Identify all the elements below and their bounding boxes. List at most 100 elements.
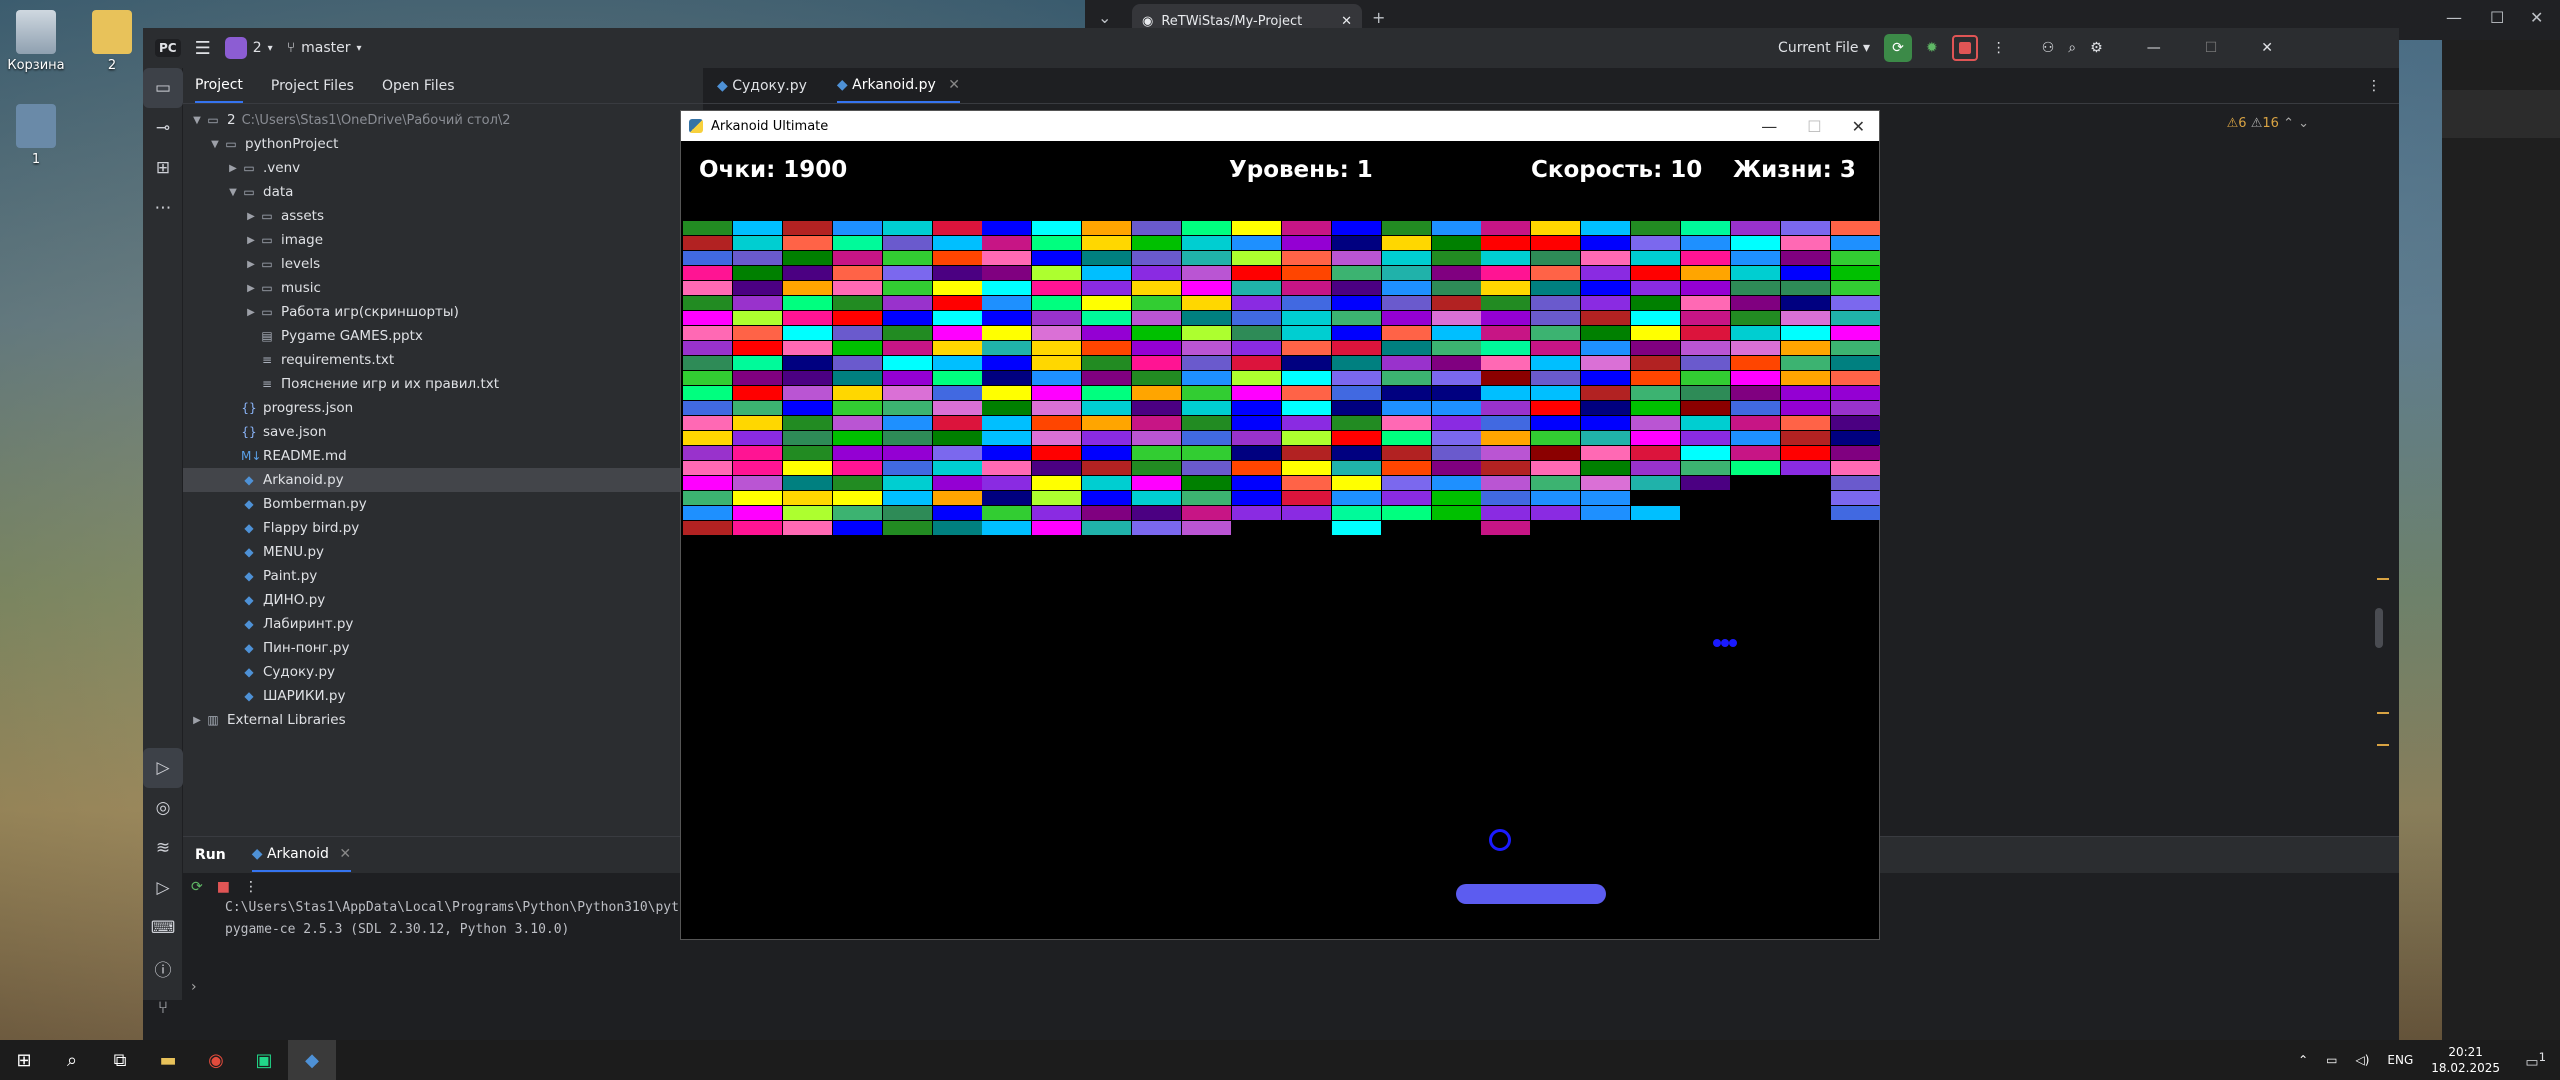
tree-item-ping-pong[interactable]: ◆ Пин-понг.py: [183, 636, 703, 660]
tree-item-requirements[interactable]: ≡ requirements.txt: [183, 348, 703, 372]
tree-item-music[interactable]: ▶ ▭ music: [183, 276, 703, 300]
project-toolwindow-icon[interactable]: ▭: [143, 68, 183, 108]
commit-icon[interactable]: ⊸: [143, 108, 183, 148]
chevron-down-icon[interactable]: ▼: [207, 139, 223, 150]
structure-icon[interactable]: ⊞: [143, 148, 183, 188]
chevron-down-icon[interactable]: ▼: [189, 115, 205, 126]
close-window-icon[interactable]: ✕: [2530, 8, 2543, 27]
close-tab-icon[interactable]: ✕: [339, 846, 351, 862]
editor-tab-arkanoid[interactable]: ◆ Arkanoid.py ✕: [836, 69, 960, 103]
game-canvas[interactable]: Очки: 1900 Уровень: 1 Скорость: 10 Жизни…: [681, 141, 1880, 941]
maximize-icon[interactable]: ☐: [1807, 117, 1821, 136]
minimize-icon[interactable]: —: [1761, 117, 1777, 136]
tree-item-pythonproject[interactable]: ▼ ▭ pythonProject: [183, 132, 703, 156]
chevron-down-icon[interactable]: ▼: [225, 187, 241, 198]
tree-item-dino[interactable]: ◆ ДИНО.py: [183, 588, 703, 612]
chevron-down-icon[interactable]: ⌄: [1098, 8, 1111, 27]
paddle[interactable]: [1456, 884, 1606, 904]
python-packages-icon[interactable]: ◎: [143, 788, 183, 828]
tree-item-labyrinth[interactable]: ◆ Лабиринт.py: [183, 612, 703, 636]
volume-icon[interactable]: ◁): [2356, 1053, 2370, 1067]
python-app-icon[interactable]: ◆: [288, 1040, 336, 1080]
tree-item-screenshots[interactable]: ▶ ▭ Работа игр(скриншорты): [183, 300, 703, 324]
task-view-icon[interactable]: ⧉: [96, 1040, 144, 1080]
tree-item-root[interactable]: ▼ ▭ 2 C:\Users\Stas1\OneDrive\Рабочий стол…: [183, 108, 703, 132]
chevron-up-icon[interactable]: ⌃: [2298, 1053, 2308, 1067]
tree-item-data[interactable]: ▼ ▭ data: [183, 180, 703, 204]
language-indicator[interactable]: ENG: [2387, 1053, 2413, 1067]
chevron-right-icon[interactable]: ▶: [243, 307, 259, 318]
tab-open-files[interactable]: Open Files: [382, 78, 455, 94]
problems-icon[interactable]: ⓘ: [143, 948, 183, 988]
pycharm-icon[interactable]: ▣: [240, 1040, 288, 1080]
network-icon[interactable]: ▭: [2326, 1053, 2337, 1067]
chevron-right-icon[interactable]: ▶: [189, 715, 205, 726]
search-icon[interactable]: ⌕: [2068, 40, 2076, 56]
run-config-tab[interactable]: ◆ Arkanoid ✕: [251, 838, 352, 872]
chevron-right-icon[interactable]: ▶: [243, 283, 259, 294]
maximize-icon[interactable]: ☐: [2490, 8, 2504, 27]
warning-marker[interactable]: [2377, 744, 2389, 746]
main-menu-icon[interactable]: ☰: [195, 38, 211, 59]
minimize-icon[interactable]: —: [2147, 40, 2161, 56]
tree-item-venv[interactable]: ▶ ▭ .venv: [183, 156, 703, 180]
editor-tab-sudoku[interactable]: ◆ Судоку.py: [717, 78, 807, 94]
maximize-icon[interactable]: ☐: [2205, 40, 2218, 56]
services-icon[interactable]: ▷: [143, 868, 183, 908]
stop-button[interactable]: [1951, 35, 1978, 61]
chevron-right-icon[interactable]: ›: [191, 979, 197, 995]
desktop-icon-recycle-bin[interactable]: Корзина: [0, 10, 72, 73]
tree-item-paint[interactable]: ◆ Paint.py: [183, 564, 703, 588]
tree-item-external-libraries[interactable]: ▶ ▥ External Libraries: [183, 708, 703, 732]
close-tab-icon[interactable]: ✕: [948, 77, 960, 93]
warning-marker[interactable]: [2377, 712, 2389, 714]
chevron-right-icon[interactable]: ▶: [243, 259, 259, 270]
stop-icon[interactable]: ■: [217, 879, 230, 895]
editor-scrollbar[interactable]: [2375, 608, 2383, 648]
chevron-right-icon[interactable]: ▶: [243, 211, 259, 222]
desktop-icon-1[interactable]: 1: [0, 104, 72, 167]
close-icon[interactable]: ✕: [1341, 14, 1352, 29]
tree-item-levels[interactable]: ▶ ▭ levels: [183, 252, 703, 276]
tab-project[interactable]: Project: [195, 69, 243, 103]
tree-item-sudoku[interactable]: ◆ Судоку.py: [183, 660, 703, 684]
git-icon[interactable]: ⑂: [143, 988, 183, 1028]
branch-switcher[interactable]: ⑂ master ▾: [287, 40, 362, 56]
run-toolwindow-icon[interactable]: ▷: [143, 748, 183, 788]
close-window-icon[interactable]: ✕: [2261, 40, 2273, 56]
terminal-icon[interactable]: ⌨: [143, 908, 183, 948]
tree-item-readme[interactable]: M↓ README.md: [183, 444, 703, 468]
add-user-icon[interactable]: ⚇: [2042, 40, 2055, 56]
more-actions-icon[interactable]: ⋮: [2367, 78, 2381, 94]
inspection-widget[interactable]: ⚠6 ⚠16 ⌃ ⌄: [2227, 116, 2309, 131]
project-switcher[interactable]: 2 ▾: [224, 37, 273, 59]
more-tools-icon[interactable]: ⋯: [143, 188, 183, 228]
more-actions-icon[interactable]: ⋮: [244, 879, 258, 895]
windows-start-icon[interactable]: ⊞: [0, 1040, 48, 1080]
debug-icon[interactable]: ✹: [1926, 40, 1938, 56]
close-window-icon[interactable]: ✕: [1852, 117, 1865, 136]
file-explorer-icon[interactable]: ▬: [144, 1040, 192, 1080]
warning-marker[interactable]: [2377, 578, 2389, 580]
chrome-icon[interactable]: ◉: [192, 1040, 240, 1080]
desktop-icon-folder-2[interactable]: 2: [76, 10, 148, 73]
tree-item-save-json[interactable]: {} save.json: [183, 420, 703, 444]
tree-item-flappy-bird[interactable]: ◆ Flappy bird.py: [183, 516, 703, 540]
tree-item-bomberman[interactable]: ◆ Bomberman.py: [183, 492, 703, 516]
tree-item-menu[interactable]: ◆ MENU.py: [183, 540, 703, 564]
chevron-right-icon[interactable]: ▶: [225, 163, 241, 174]
tree-item-progress-json[interactable]: {} progress.json: [183, 396, 703, 420]
rerun-button[interactable]: ⟳: [1884, 34, 1912, 62]
rerun-icon[interactable]: ⟳: [191, 879, 203, 895]
new-tab-button[interactable]: +: [1372, 8, 1385, 27]
chevron-right-icon[interactable]: ▶: [243, 235, 259, 246]
layers-icon[interactable]: ≋: [143, 828, 183, 868]
tree-item-image[interactable]: ▶ ▭ image: [183, 228, 703, 252]
tree-item-arkanoid[interactable]: ◆ Arkanoid.py: [183, 468, 703, 492]
tree-item-rules-txt[interactable]: ≡ Пояснение игр и их правил.txt: [183, 372, 703, 396]
run-config-selector[interactable]: Current File ▾: [1778, 40, 1870, 56]
clock[interactable]: 20:21 18.02.2025: [2431, 1044, 2500, 1076]
minimize-icon[interactable]: —: [2446, 8, 2462, 27]
more-actions-icon[interactable]: ⋮: [1992, 40, 2006, 56]
tab-project-files[interactable]: Project Files: [271, 78, 354, 94]
